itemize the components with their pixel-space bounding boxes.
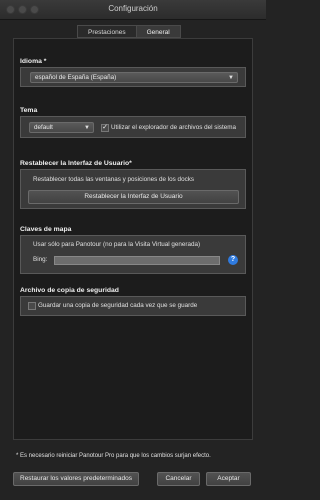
backup-group: Archivo de copia de seguridad Guardar un…: [20, 287, 246, 316]
bing-label: Bing:: [33, 256, 48, 263]
title-bar: Configuración: [0, 0, 266, 20]
tab-general[interactable]: General: [136, 25, 181, 38]
reset-ui-button[interactable]: Restablecer la Interfaz de Usuario: [28, 190, 239, 204]
restore-defaults-button[interactable]: Restaurar los valores predeterminados: [13, 472, 139, 486]
window-title: Configuración: [108, 4, 158, 13]
map-keys-box: Usar sólo para Panotour (no para la Visi…: [20, 235, 246, 274]
idioma-title: Idioma *: [20, 58, 47, 65]
system-explorer-checkbox[interactable]: ✓: [101, 124, 109, 132]
backup-checkbox-label: Guardar una copia de seguridad cada vez …: [38, 302, 198, 309]
idioma-box: español de España (España) ▼: [20, 67, 246, 87]
backup-checkbox[interactable]: [28, 302, 36, 310]
map-keys-description: Usar sólo para Panotour (no para la Visi…: [33, 241, 201, 248]
tema-box: default ▼ ✓ Utilizar el explorador de ar…: [20, 116, 246, 138]
checkmark-icon: ✓: [102, 124, 108, 131]
backup-title: Archivo de copia de seguridad: [20, 287, 119, 294]
cancel-button[interactable]: Cancelar: [157, 472, 200, 486]
idioma-group: Idioma * español de España (España) ▼: [20, 58, 246, 87]
reset-ui-group: Restablecer la Interfaz de Usuario* Rest…: [20, 160, 246, 209]
reset-ui-title: Restablecer la Interfaz de Usuario*: [20, 160, 132, 167]
tab-prestaciones[interactable]: Prestaciones: [77, 25, 137, 38]
map-keys-group: Claves de mapa Usar sólo para Panotour (…: [20, 226, 246, 274]
map-keys-title: Claves de mapa: [20, 226, 72, 233]
language-select[interactable]: español de España (España) ▼: [30, 72, 238, 83]
theme-select-value: default: [34, 124, 53, 131]
chevron-updown-icon: ▼: [84, 125, 90, 131]
bing-key-input[interactable]: [54, 256, 220, 265]
tab-bar: Prestaciones General: [77, 25, 181, 38]
restart-note: * Es necesario reiniciar Panotour Pro pa…: [16, 453, 211, 459]
theme-select[interactable]: default ▼: [29, 122, 94, 133]
help-icon[interactable]: ?: [228, 255, 238, 265]
backup-box: Guardar una copia de seguridad cada vez …: [20, 296, 246, 316]
reset-ui-description: Restablecer todas las ventanas y posicio…: [33, 176, 195, 183]
tema-group: Tema default ▼ ✓ Utilizar el explorador …: [20, 107, 246, 138]
accept-button[interactable]: Aceptar: [206, 472, 251, 486]
language-select-value: español de España (España): [35, 74, 117, 81]
tema-title: Tema: [20, 107, 38, 114]
system-explorer-label: Utilizar el explorador de archivos del s…: [111, 124, 236, 131]
reset-ui-box: Restablecer todas las ventanas y posicio…: [20, 169, 246, 209]
chevron-updown-icon: ▼: [228, 75, 234, 81]
